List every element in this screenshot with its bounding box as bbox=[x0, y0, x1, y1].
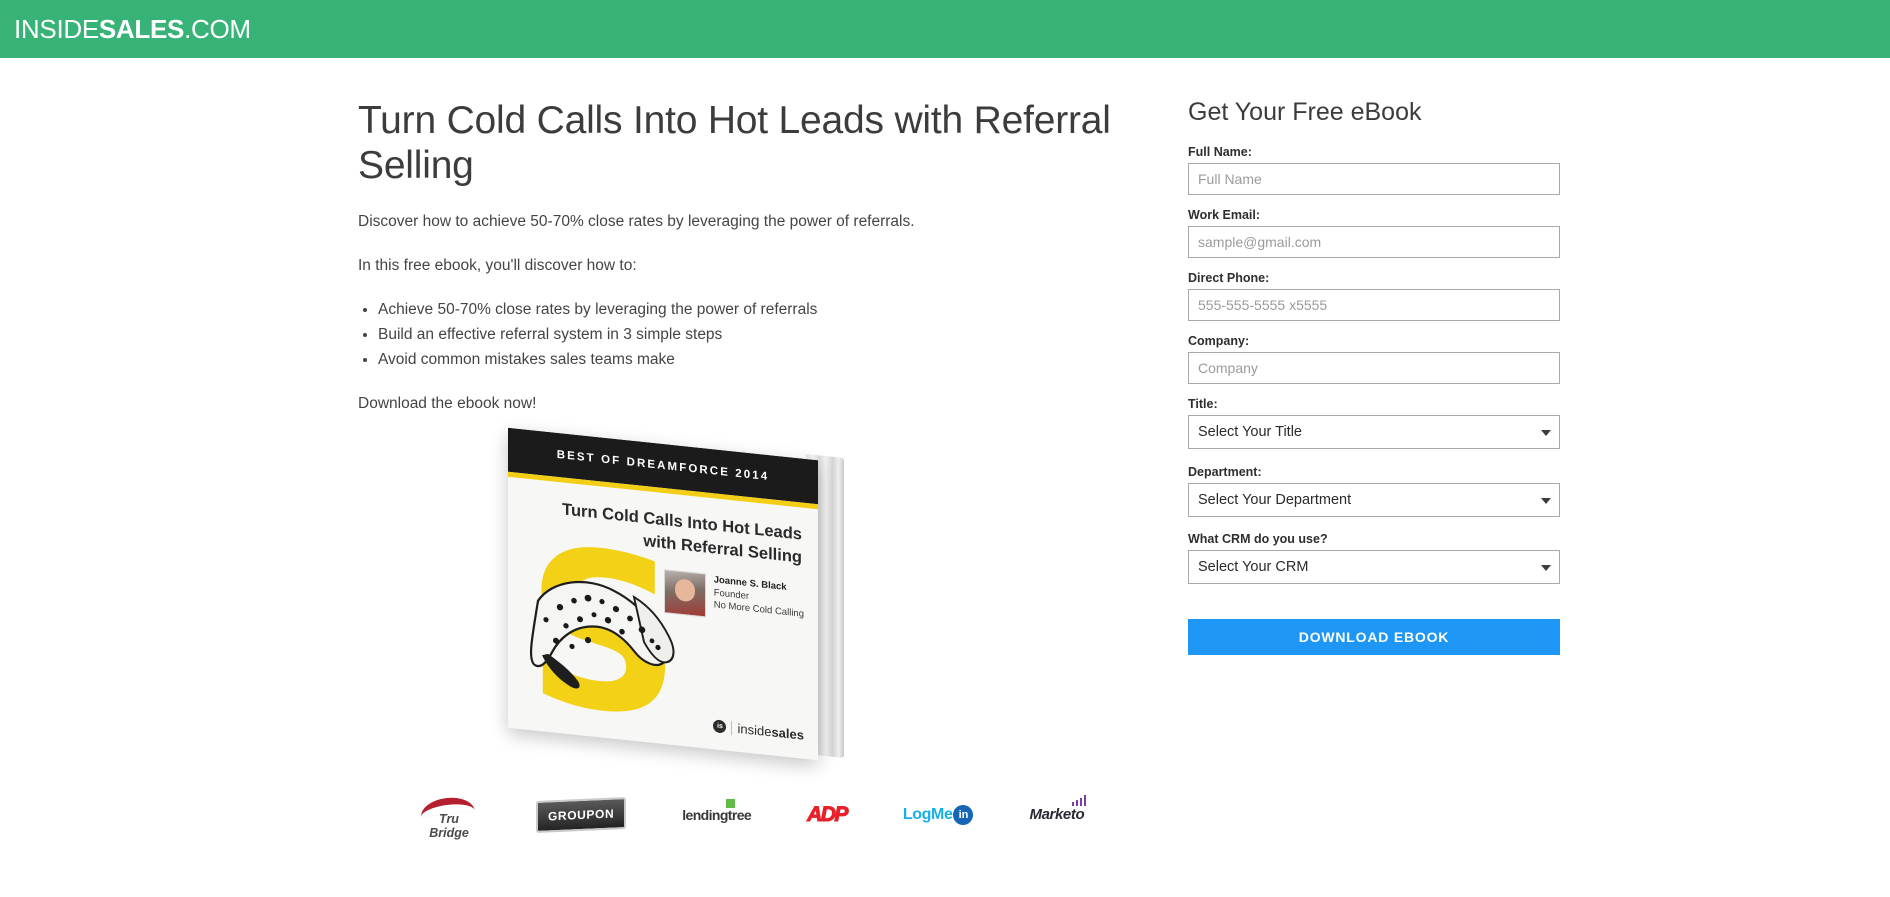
closing-paragraph: Download the ebook now! bbox=[358, 395, 537, 413]
benefits-list: Achieve 50-70% close rates by leveraging… bbox=[358, 297, 1128, 372]
list-item: Achieve 50-70% close rates by leveraging… bbox=[378, 297, 1128, 322]
intro-paragraph: Discover how to achieve 50-70% close rat… bbox=[358, 213, 915, 231]
download-ebook-button[interactable]: DOWNLOAD EBOOK bbox=[1188, 619, 1560, 655]
partner-logo-lendingtree: lendingtree bbox=[682, 795, 752, 835]
brand-logo-sales: SALES bbox=[98, 13, 185, 44]
partner-label: GROUPON bbox=[548, 806, 615, 823]
full-name-input[interactable] bbox=[1188, 163, 1560, 195]
book-front-cover: BEST OF DREAMFORCE 2014 S Turn Cold Call… bbox=[508, 427, 818, 760]
field-work-email: Work Email: bbox=[1188, 208, 1560, 258]
marketo-bars-icon bbox=[1071, 795, 1087, 807]
department-select[interactable]: Select Your Department bbox=[1188, 483, 1560, 517]
left-column: Turn Cold Calls Into Hot Leads with Refe… bbox=[358, 98, 1158, 840]
label-title: Title: bbox=[1188, 397, 1218, 411]
field-full-name: Full Name: bbox=[1188, 145, 1560, 195]
book-award-text: BEST OF DREAMFORCE 2014 bbox=[556, 448, 770, 483]
insidesales-mark-icon: is bbox=[713, 718, 727, 734]
partner-logo-trubridge: Tru Bridge bbox=[418, 794, 480, 840]
divider bbox=[731, 720, 733, 735]
partner-logo-marketo: Marketo bbox=[1029, 795, 1087, 835]
partner-label: Marketo bbox=[1029, 806, 1085, 824]
form-title: Get Your Free eBook bbox=[1188, 98, 1422, 126]
book-brand-logo: is insidesales bbox=[713, 718, 804, 743]
title-select[interactable]: Select Your Title bbox=[1188, 415, 1560, 449]
label-direct-phone: Direct Phone: bbox=[1188, 271, 1270, 285]
list-item: Build an effective referral system in 3 … bbox=[378, 322, 1128, 347]
partner-logos: Tru Bridge GROUPON lendingtree ADP LogMe… bbox=[418, 792, 1128, 840]
lead-form: Get Your Free eBook Full Name: Work Emai… bbox=[1188, 98, 1560, 838]
brand-logo-inside: INSIDE bbox=[14, 13, 99, 44]
crm-select[interactable]: Select Your CRM bbox=[1188, 550, 1560, 584]
book-brand-text: insidesales bbox=[737, 720, 804, 743]
partner-label: Tru Bridge bbox=[429, 811, 469, 840]
label-company: Company: bbox=[1188, 334, 1250, 348]
field-company: Company: bbox=[1188, 334, 1560, 384]
partner-label: lendingtree bbox=[682, 806, 752, 823]
site-header: INSIDE SALES .COM bbox=[0, 0, 1890, 58]
cheetah-illustration bbox=[530, 580, 675, 688]
lead-in-paragraph: In this free ebook, you'll discover how … bbox=[358, 256, 637, 274]
label-department: Department: bbox=[1188, 465, 1262, 479]
partner-label: ADP bbox=[807, 802, 849, 826]
list-item: Avoid common mistakes sales teams make bbox=[378, 347, 1128, 372]
page-title: Turn Cold Calls Into Hot Leads with Refe… bbox=[358, 99, 1111, 188]
brand-logo[interactable]: INSIDE SALES .COM bbox=[14, 14, 251, 45]
brand-logo-dotcom: .COM bbox=[184, 13, 251, 44]
ebook-mockup: BEST OF DREAMFORCE 2014 S Turn Cold Call… bbox=[508, 427, 888, 764]
work-email-input[interactable] bbox=[1188, 226, 1560, 258]
partner-logo-logmein: LogMe in bbox=[903, 795, 974, 835]
lendingtree-leaf-icon bbox=[726, 798, 736, 808]
label-work-email: Work Email: bbox=[1188, 208, 1261, 222]
partner-logo-adp: ADP bbox=[807, 795, 849, 835]
field-direct-phone: Direct Phone: bbox=[1188, 271, 1560, 321]
field-crm: What CRM do you use? Select Your CRM bbox=[1188, 532, 1560, 584]
direct-phone-input[interactable] bbox=[1188, 289, 1560, 321]
logmein-badge-icon: in bbox=[953, 804, 974, 825]
field-title: Title: Select Your Title bbox=[1188, 397, 1560, 449]
page-content: Turn Cold Calls Into Hot Leads with Refe… bbox=[0, 58, 1890, 840]
ebook-cover-image: BEST OF DREAMFORCE 2014 S Turn Cold Call… bbox=[358, 427, 1128, 774]
label-crm: What CRM do you use? bbox=[1188, 532, 1328, 546]
author-avatar bbox=[663, 568, 706, 618]
partner-label: LogMe bbox=[902, 805, 953, 823]
label-full-name: Full Name: bbox=[1188, 145, 1252, 159]
field-department: Department: Select Your Department bbox=[1188, 465, 1560, 517]
partner-logo-groupon: GROUPON bbox=[536, 795, 627, 835]
company-input[interactable] bbox=[1188, 352, 1560, 384]
